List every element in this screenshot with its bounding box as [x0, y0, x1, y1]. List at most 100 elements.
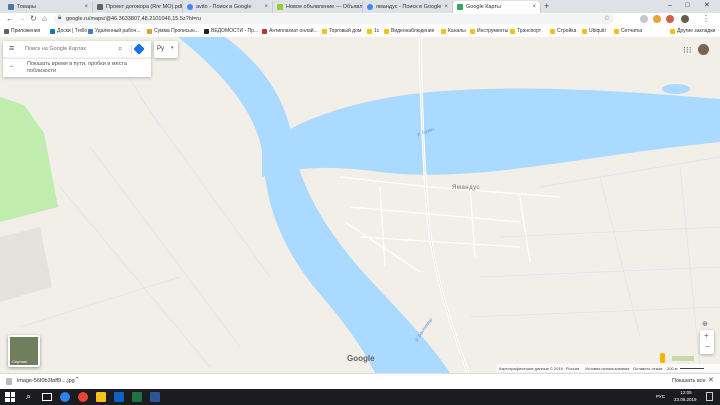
map-data-text: Картографические данные © 2019: [499, 366, 563, 371]
close-icon[interactable]: ✕: [708, 376, 714, 384]
notification-icon[interactable]: [706, 392, 713, 401]
home-icon[interactable]: ⌂: [42, 14, 47, 24]
clock-time[interactable]: 12:05: [676, 390, 696, 395]
bookmark-ubiquiti[interactable]: Ubiquiti: [582, 28, 606, 34]
tab-yamandus-search[interactable]: ямандус - Поиск в Google ×: [363, 1, 453, 13]
hamburger-menu-icon[interactable]: ≡: [9, 44, 14, 53]
directions-icon[interactable]: [133, 43, 145, 55]
close-window-button[interactable]: ✕: [704, 1, 710, 11]
park-area: [0, 97, 58, 222]
edge-icon[interactable]: [60, 392, 70, 402]
bookmark-trello[interactable]: Доски | Trello: [50, 28, 87, 34]
language-indicator[interactable]: РУС: [656, 394, 665, 399]
tab-title: Товары: [17, 4, 36, 10]
address-bar[interactable]: 🔒︎ google.ru/maps/@46.3633807,48.2101046…: [54, 14, 614, 24]
google-favicon-icon: [187, 4, 193, 10]
language-button[interactable]: Ру ▾: [154, 41, 178, 58]
file-explorer-icon[interactable]: [96, 392, 106, 402]
village-label[interactable]: Ямандус: [452, 185, 480, 191]
bookmark-favicon-icon: [262, 28, 267, 34]
bookmark-transport[interactable]: Транспорт: [510, 28, 541, 34]
tab-new-listing[interactable]: Новое объявление — Объявл ×: [273, 1, 363, 13]
locate-me-icon[interactable]: ⊕: [702, 320, 708, 328]
extension-icon[interactable]: [666, 15, 674, 23]
show-all-downloads-button[interactable]: Показать все: [672, 378, 706, 384]
tab-tovary[interactable]: Товары ×: [4, 1, 93, 13]
windows-taskbar: ⌕ РУС 12:05 23.06.2019: [0, 389, 720, 405]
bookmark-1c[interactable]: 1с: [367, 28, 379, 34]
profile-avatar[interactable]: [681, 15, 689, 23]
tab-proekt-dogovora[interactable]: Проект договора (Rnr MO).pdf ×: [93, 1, 183, 13]
extension-icon[interactable]: [653, 15, 661, 23]
close-tab-icon[interactable]: ×: [84, 4, 88, 10]
account-avatar[interactable]: [698, 44, 709, 55]
bookmark-apps[interactable]: Приложения: [4, 28, 40, 34]
chrome-icon[interactable]: [78, 392, 88, 402]
browser-toolbar: ← → ↻ ⌂ 🔒︎ google.ru/maps/@46.3633807,48…: [0, 13, 720, 27]
feedback-link[interactable]: Оставить отзыв: [633, 366, 662, 371]
windows-start-icon[interactable]: [5, 392, 15, 402]
tab-title: Новое объявление — Объявл: [286, 4, 363, 10]
new-tab-button[interactable]: +: [544, 1, 549, 11]
excel-icon[interactable]: [132, 392, 142, 402]
bookmark-antiplagiat[interactable]: Антиплагиат онлай...: [262, 28, 318, 34]
zoom-control: + −: [700, 330, 714, 354]
pegman-icon[interactable]: [660, 353, 665, 363]
close-tab-icon[interactable]: ×: [264, 4, 268, 10]
chevron-up-icon[interactable]: ⌃: [74, 376, 80, 384]
chevron-down-icon[interactable]: ⌄: [9, 62, 14, 69]
zoom-out-button[interactable]: −: [705, 342, 710, 351]
bookmark-setchatka[interactable]: Сетчатка: [614, 28, 642, 34]
lock-icon[interactable]: 🔒︎: [58, 15, 61, 22]
map-attribution-bar: Картографические данные © 2019 Россия Ус…: [497, 364, 720, 372]
extension-icon[interactable]: [640, 15, 648, 23]
word-icon[interactable]: [150, 392, 160, 402]
menu-dots-icon[interactable]: ⋮: [702, 14, 710, 24]
url-text[interactable]: google.ru/maps/@46.3633807,48.2101046,15…: [66, 15, 201, 23]
search-input[interactable]: [25, 44, 115, 54]
tab-strip: Товары × Проект договора (Rnr MO).pdf × …: [0, 0, 720, 13]
terms-link[interactable]: Условия использования: [585, 366, 629, 371]
bookmark-channels[interactable]: Каналы: [441, 28, 466, 34]
google-apps-icon[interactable]: ⁝⁝⁝: [683, 46, 692, 55]
divider: [131, 45, 132, 54]
bookmark-tools[interactable]: Инструменты: [470, 28, 508, 34]
scale-label: 200 м: [667, 366, 678, 371]
minimize-button[interactable]: –: [668, 1, 672, 11]
maximize-button[interactable]: □: [685, 1, 689, 11]
zoom-in-button[interactable]: +: [704, 331, 709, 340]
map-canvas[interactable]: Ямандус р. Бузан р. Бахтемир ≡ ⌕ ⌄ Показ…: [0, 37, 720, 373]
download-file-name[interactable]: image-56f0b3faff9....jpg: [17, 378, 75, 384]
task-view-icon[interactable]: [42, 393, 52, 401]
reload-icon[interactable]: ↻: [30, 14, 37, 24]
bookmark-star-icon[interactable]: ☆: [604, 14, 610, 22]
search-icon[interactable]: ⌕: [118, 44, 122, 53]
directions-hint-panel[interactable]: ⌄ Показать время в пути, пробки и места …: [3, 58, 151, 77]
bookmark-other[interactable]: Другие закладки: [670, 28, 715, 34]
layers-thumbnails[interactable]: [672, 356, 694, 361]
tab-avito-search[interactable]: avito - Поиск в Google ×: [183, 1, 273, 13]
forward-arrow-icon[interactable]: →: [18, 14, 26, 24]
tab-google-maps[interactable]: Google Карты ×: [453, 1, 541, 13]
clock-date[interactable]: 23.06.2019: [674, 397, 697, 402]
outlook-icon[interactable]: [114, 392, 124, 402]
close-tab-icon[interactable]: ×: [532, 4, 536, 10]
search-icon[interactable]: ⌕: [26, 391, 31, 402]
scale-bar: [680, 368, 704, 369]
village-streets: [339, 176, 561, 273]
bookmark-video[interactable]: Видеонаблюдение: [384, 28, 434, 34]
satellite-toggle[interactable]: Спутник: [8, 335, 40, 367]
bookmark-vedomosti[interactable]: ВЕДОМОСТИ - Пр...: [204, 28, 258, 34]
back-arrow-icon[interactable]: ←: [6, 14, 14, 24]
country-link[interactable]: Россия: [566, 366, 579, 371]
field-area: [0, 227, 52, 302]
globe-favicon-icon: [97, 4, 103, 10]
bookmark-construction[interactable]: Стройка: [550, 28, 576, 34]
avito-favicon-icon: [277, 4, 283, 10]
close-tab-icon[interactable]: ×: [444, 4, 448, 10]
tab-title: Google Карты: [466, 4, 501, 10]
bookmark-trade-house[interactable]: Торговый дом: [322, 28, 361, 34]
bookmark-summa-propisyu[interactable]: Сумма Прописью...: [147, 28, 199, 34]
bookmark-remote-desktop[interactable]: Удаленный рабоч...: [88, 28, 140, 34]
folder-icon: [470, 28, 475, 34]
